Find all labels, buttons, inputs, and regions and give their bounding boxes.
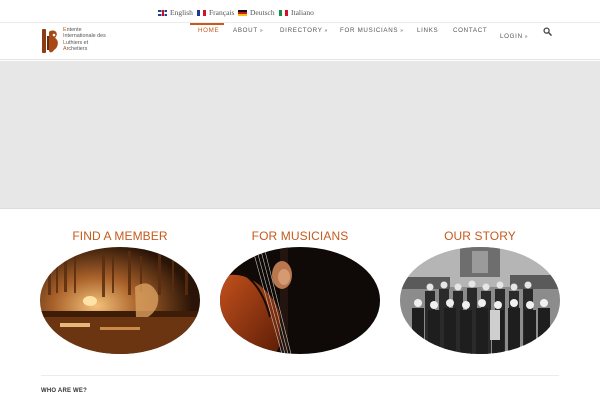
section-divider — [41, 375, 559, 376]
germany-flag-icon — [238, 9, 247, 16]
nav-for-musicians[interactable]: FOR MUSICIANS» — [340, 27, 404, 34]
language-bar: English Français Deutsch Italiano — [0, 0, 600, 23]
feature-for-musicians: FOR MUSICIANS — [220, 229, 380, 354]
language-italian-link[interactable]: Italiano — [279, 8, 314, 17]
language-english-link[interactable]: English — [158, 8, 193, 17]
search-icon[interactable] — [543, 27, 552, 36]
logo-text: Entente Internationale des Luthiers et A… — [63, 27, 106, 52]
france-flag-icon — [197, 9, 206, 16]
hero-slider — [0, 61, 600, 209]
feature-title[interactable]: OUR STORY — [400, 229, 560, 243]
feature-find-member: FIND A MEMBER — [40, 229, 200, 354]
uk-flag-icon — [158, 9, 167, 16]
italy-flag-icon — [279, 9, 288, 16]
cello-player-photo[interactable] — [220, 247, 380, 354]
active-indicator — [190, 23, 224, 25]
nav-directory[interactable]: DIRECTORY» — [280, 27, 328, 34]
site-logo[interactable]: Entente Internationale des Luthiers et A… — [41, 27, 106, 55]
language-label: Deutsch — [250, 8, 275, 17]
chevron-down-icon: » — [259, 28, 264, 34]
feature-our-story: OUR STORY — [400, 229, 560, 354]
language-label: English — [170, 8, 193, 17]
who-are-we-heading: WHO ARE WE? — [41, 388, 87, 394]
nav-about[interactable]: ABOUT» — [233, 27, 263, 34]
language-label: Français — [209, 8, 235, 17]
site-header: Entente Internationale des Luthiers et A… — [0, 23, 600, 60]
logo-line: Archetiers — [63, 45, 88, 52]
chevron-down-icon: » — [524, 34, 529, 40]
violin-logo-icon — [42, 29, 58, 53]
chevron-down-icon: » — [324, 28, 328, 34]
language-german-link[interactable]: Deutsch — [238, 8, 275, 17]
nav-login[interactable]: LOGIN» — [500, 33, 528, 40]
chevron-down-icon: » — [400, 28, 404, 34]
language-label: Italiano — [291, 8, 314, 17]
feature-title[interactable]: FOR MUSICIANS — [220, 229, 380, 243]
nav-contact[interactable]: CONTACT — [453, 27, 487, 34]
nav-home[interactable]: HOME — [198, 27, 219, 34]
language-french-link[interactable]: Français — [197, 8, 234, 17]
group-historic-photo[interactable] — [400, 247, 560, 354]
nav-links[interactable]: LINKS — [417, 27, 438, 34]
feature-title[interactable]: FIND A MEMBER — [40, 229, 200, 243]
luthier-workshop-photo[interactable] — [40, 247, 200, 354]
